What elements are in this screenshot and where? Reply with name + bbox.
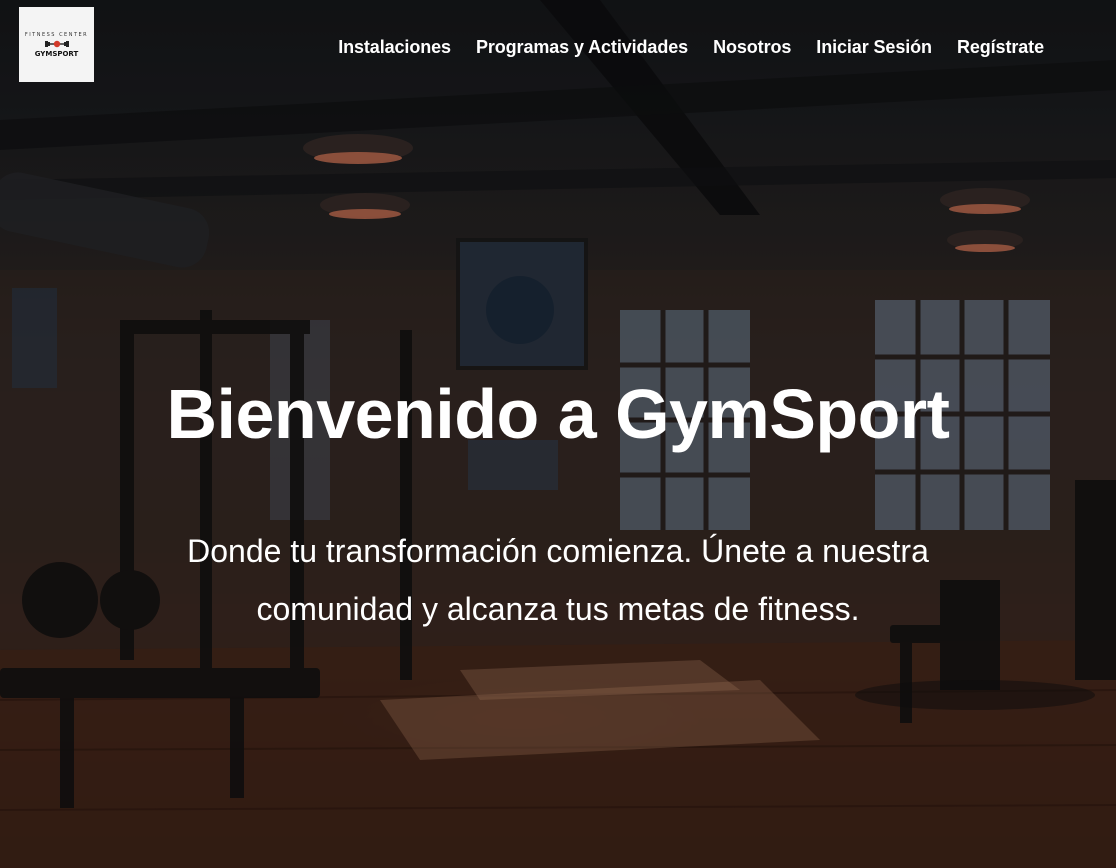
logo-brand: GYMSPORT — [34, 49, 79, 58]
hero-section: FITNESS CENTER GYMSPORT Instalaciones Pr… — [0, 0, 1116, 868]
nav-instalaciones[interactable]: Instalaciones — [338, 37, 451, 58]
dumbbell-icon — [44, 40, 69, 47]
gymsport-logo[interactable]: FITNESS CENTER GYMSPORT — [19, 7, 94, 82]
hero-title: Bienvenido a GymSport — [166, 375, 950, 453]
main-navigation: Instalaciones Programas y Actividades No… — [338, 37, 1044, 58]
logo-tagline: FITNESS CENTER — [24, 31, 89, 38]
nav-registrate[interactable]: Regístrate — [957, 37, 1044, 58]
nav-nosotros[interactable]: Nosotros — [713, 37, 791, 58]
nav-iniciar-sesion[interactable]: Iniciar Sesión — [816, 37, 932, 58]
hero-subtitle: Donde tu transformación comienza. Únete … — [187, 533, 929, 627]
nav-programas-actividades[interactable]: Programas y Actividades — [476, 37, 688, 58]
